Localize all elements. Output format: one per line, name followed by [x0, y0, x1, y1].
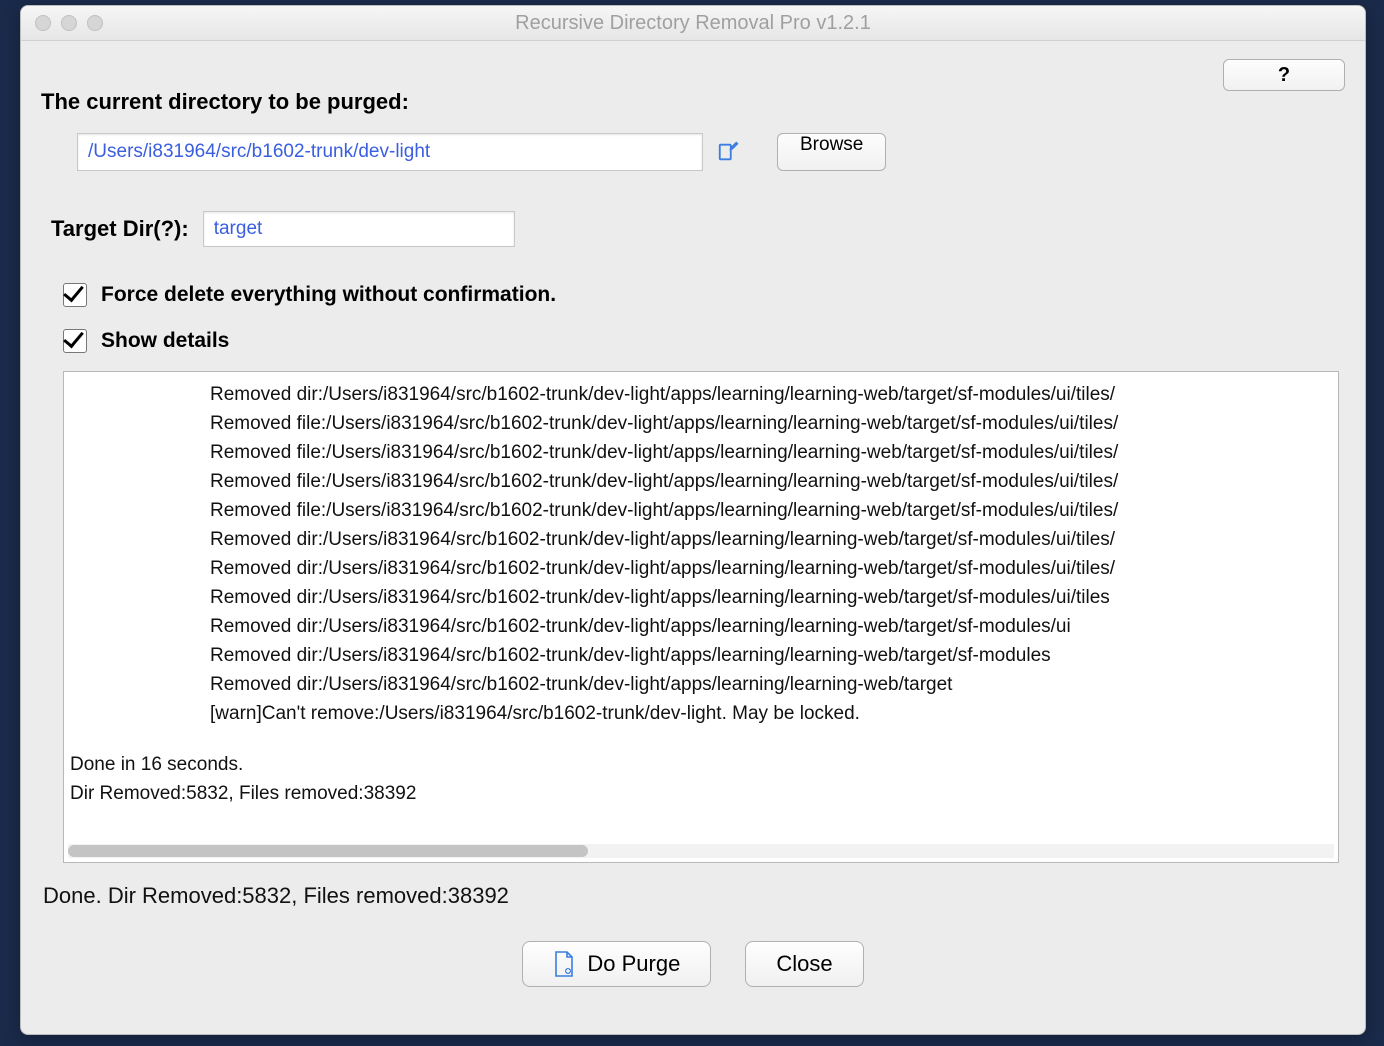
- do-purge-button[interactable]: Do Purge: [522, 941, 711, 987]
- do-purge-label: Do Purge: [587, 951, 680, 977]
- content-area: The current directory to be purged: ? Br…: [21, 41, 1365, 1034]
- log-lines: Removed dir:/Users/i831964/src/b1602-tru…: [68, 380, 1334, 728]
- action-row: Do Purge Close: [41, 941, 1345, 987]
- close-label: Close: [776, 951, 832, 977]
- details-body[interactable]: Removed dir:/Users/i831964/src/b1602-tru…: [68, 380, 1334, 840]
- titlebar: Recursive Directory Removal Pro v1.2.1: [21, 6, 1365, 41]
- log-summary: Done in 16 seconds. Dir Removed:5832, Fi…: [68, 750, 1334, 808]
- details-area: Removed dir:/Users/i831964/src/b1602-tru…: [63, 371, 1339, 863]
- target-dir-input[interactable]: [203, 211, 515, 247]
- show-details-row: Show details: [63, 329, 1345, 353]
- browse-button[interactable]: Browse: [777, 133, 886, 171]
- path-input[interactable]: [77, 133, 703, 171]
- window-title: Recursive Directory Removal Pro v1.2.1: [21, 12, 1365, 35]
- show-details-label: Show details: [101, 329, 229, 353]
- horizontal-scrollbar[interactable]: [68, 844, 1334, 858]
- force-delete-row: Force delete everything without confirma…: [63, 283, 1345, 307]
- target-row: Target Dir(?):: [51, 211, 1345, 247]
- top-row: The current directory to be purged: ?: [41, 59, 1345, 115]
- show-details-checkbox[interactable]: [63, 329, 87, 353]
- force-delete-label: Force delete everything without confirma…: [101, 283, 556, 307]
- horizontal-scrollbar-thumb[interactable]: [68, 845, 588, 857]
- status-line: Done. Dir Removed:5832, Files removed:38…: [43, 883, 1345, 909]
- edit-icon[interactable]: [717, 141, 739, 163]
- help-button[interactable]: ?: [1223, 59, 1345, 91]
- minimize-window-icon[interactable]: [61, 15, 77, 31]
- traffic-lights: [35, 15, 103, 31]
- zoom-window-icon[interactable]: [87, 15, 103, 31]
- document-icon: [553, 951, 575, 977]
- close-button[interactable]: Close: [745, 941, 863, 987]
- path-row: Browse: [77, 133, 1345, 171]
- app-window: Recursive Directory Removal Pro v1.2.1 T…: [20, 5, 1366, 1035]
- target-dir-label: Target Dir(?):: [51, 216, 189, 242]
- close-window-icon[interactable]: [35, 15, 51, 31]
- force-delete-checkbox[interactable]: [63, 283, 87, 307]
- main-label: The current directory to be purged:: [41, 89, 409, 115]
